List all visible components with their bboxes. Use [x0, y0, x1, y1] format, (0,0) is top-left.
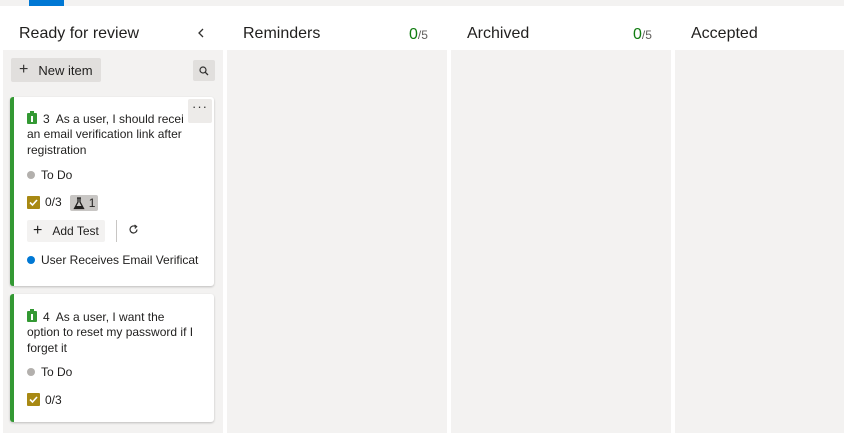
plus-icon: +	[19, 60, 29, 78]
card-title[interactable]: 3 As a user, I should recei	[27, 111, 191, 126]
state-label: To Do	[41, 365, 73, 379]
column-header-ready-for-review: Ready for review	[19, 20, 139, 48]
tests-count: 1	[88, 196, 96, 210]
wip-limit: /5	[641, 28, 652, 42]
card-title[interactable]: 4 As a user, I want the	[27, 309, 211, 324]
ellipsis-icon: ···	[192, 99, 208, 114]
card-more-actions-button[interactable]: ···	[188, 99, 212, 123]
new-item-button[interactable]: + New item	[11, 58, 101, 82]
state-field[interactable]: To Do	[27, 365, 72, 379]
divider	[116, 220, 117, 242]
column-title: Archived	[467, 25, 530, 42]
column-wip-count: 0/5	[409, 26, 428, 44]
title-line-1: As a user, I want the	[55, 310, 165, 324]
new-item-label: New item	[38, 62, 93, 78]
column-body-reminders	[227, 50, 447, 433]
collapse-column-chevron-icon[interactable]	[193, 24, 209, 44]
wip-limit: /5	[417, 28, 428, 42]
column-header-reminders: Reminders	[243, 20, 320, 48]
tasks-count: 0/3	[45, 393, 62, 407]
title-line-2: an email verification link after	[27, 127, 182, 141]
column-title: Ready for review	[19, 25, 140, 42]
title-line-2: option to reset my password if I	[27, 325, 194, 339]
checklist-icon	[27, 195, 40, 209]
checklist-icon	[27, 393, 40, 407]
user-story-icon	[27, 309, 37, 322]
add-test-button[interactable]: + Add Test	[27, 220, 105, 242]
state-dot-icon	[27, 367, 35, 376]
column-title: Reminders	[243, 25, 321, 42]
flask-icon	[73, 196, 85, 209]
title-line-3: forget it	[27, 341, 68, 355]
refresh-button[interactable]	[128, 223, 139, 238]
column-header-archived: Archived	[467, 20, 529, 48]
tasks-count: 0/3	[45, 195, 62, 210]
top-tab-strip	[0, 0, 844, 6]
column-title: Accepted	[691, 25, 758, 42]
work-item-card-3[interactable]: ··· 3 As a user, I should recei an email …	[10, 97, 214, 286]
title-line-1: As a user, I should recei	[55, 112, 184, 126]
refresh-icon	[129, 224, 138, 234]
parent-dot-icon	[27, 255, 35, 264]
parent-link[interactable]: User Receives Email Verificat	[27, 253, 198, 267]
test-count-badge[interactable]: 1	[69, 195, 99, 211]
state-label: To Do	[41, 168, 73, 182]
selected-tab-indicator	[29, 0, 64, 6]
search-button[interactable]	[193, 60, 215, 81]
add-test-label: Add Test	[52, 224, 99, 238]
work-item-id: 4	[43, 310, 50, 324]
column-header-accepted: Accepted	[691, 20, 758, 48]
title-line-3: registration	[27, 143, 87, 157]
user-story-icon	[27, 111, 37, 124]
task-progress[interactable]: 0/3 1	[27, 195, 99, 211]
wip-current: 0	[633, 26, 642, 43]
state-dot-icon	[27, 170, 35, 179]
plus-icon: +	[33, 221, 43, 239]
column-body-archived	[451, 50, 671, 433]
work-item-id: 3	[43, 112, 50, 126]
search-icon	[199, 65, 209, 75]
task-progress[interactable]: 0/3	[27, 393, 62, 407]
column-wip-count: 0/5	[633, 26, 652, 44]
column-body-accepted	[675, 50, 844, 433]
wip-current: 0	[409, 26, 418, 43]
state-field[interactable]: To Do	[27, 168, 72, 182]
work-item-card-4[interactable]: 4 As a user, I want the option to reset m…	[10, 294, 214, 422]
parent-title: User Receives Email Verificat	[41, 253, 199, 267]
